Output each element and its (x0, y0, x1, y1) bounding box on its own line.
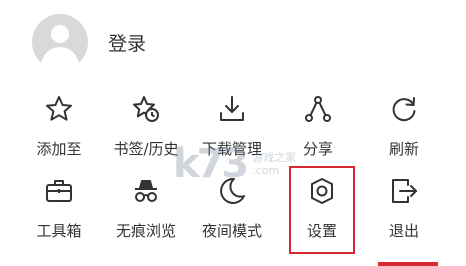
menu-item-label: 夜间模式 (201, 222, 262, 240)
menu-grid: 添加至 书签/历史 下载管理 分享 刷新 工具箱 无痕浏览 夜间模式 设置 退出 (0, 94, 466, 266)
menu-item-refresh[interactable]: 刷新 (357, 94, 451, 159)
login-label[interactable]: 登录 (108, 29, 146, 56)
menu-row-1: 添加至 书签/历史 下载管理 分享 刷新 (0, 94, 466, 176)
exit-icon (392, 179, 417, 203)
menu-item-label: 退出 (388, 222, 419, 240)
moon-icon (220, 177, 245, 204)
menu-row-2: 工具箱 无痕浏览 夜间模式 设置 退出 (0, 176, 466, 266)
menu-item-label: 工具箱 (36, 222, 82, 240)
menu-item-label: 刷新 (388, 140, 419, 158)
avatar[interactable] (32, 14, 88, 70)
menu-item-label: 下载管理 (201, 140, 262, 158)
toolbox-icon (46, 180, 72, 202)
refresh-icon (392, 97, 416, 122)
menu-item-exit[interactable]: 退出 (357, 176, 451, 241)
menu-item-incognito[interactable]: 无痕浏览 (99, 176, 193, 241)
menu-item-label: 无痕浏览 (115, 222, 176, 240)
menu-item-label: 添加至 (36, 140, 82, 158)
menu-item-label: 书签/历史 (113, 140, 179, 158)
download-icon (220, 96, 244, 121)
menu-item-share[interactable]: 分享 (271, 94, 365, 159)
settings-highlight-box (289, 166, 355, 254)
bookmark-history-icon (133, 96, 159, 122)
menu-item-download-manager[interactable]: 下载管理 (185, 94, 279, 159)
bottom-highlight-bar (378, 262, 438, 266)
profile-header[interactable]: 登录 (32, 14, 146, 70)
menu-item-night-mode[interactable]: 夜间模式 (185, 176, 279, 241)
menu-item-toolbox[interactable]: 工具箱 (12, 176, 106, 241)
menu-item-label: 分享 (302, 140, 333, 158)
menu-item-add-to[interactable]: 添加至 (12, 94, 106, 159)
incognito-icon (135, 180, 157, 202)
share-icon (305, 96, 331, 122)
star-icon (46, 96, 72, 121)
menu-item-bookmarks-history[interactable]: 书签/历史 (99, 94, 193, 159)
